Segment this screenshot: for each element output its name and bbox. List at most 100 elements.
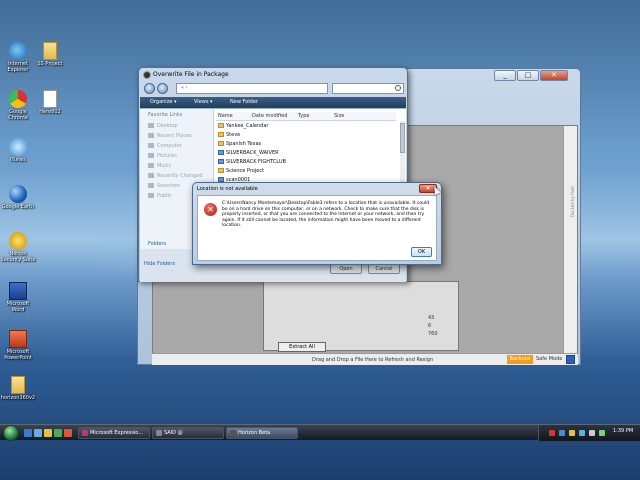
address-bar[interactable]: « › [176,83,328,94]
close-button[interactable]: ✕ [540,70,568,81]
desktop-icon-itunes[interactable]: iTunes [0,138,36,163]
folder-icon [43,42,57,60]
desktop-icon-horizon360v2[interactable]: horizon360v2 [0,376,36,401]
start-button[interactable] [3,425,19,441]
file-row[interactable]: SILVERBACK_WAIVER [218,150,279,158]
ok-button[interactable]: OK [411,247,432,257]
fav-item-desktop[interactable]: Desktop [148,123,178,129]
desktop-icon-ss-project[interactable]: SS Project [32,42,68,67]
search-icon [395,85,401,91]
image-file-icon [218,150,224,155]
file-row[interactable]: Spanish Texas [218,141,261,149]
document-icon [43,90,57,108]
dialog-title: Location is not available [197,186,258,192]
computer-icon [148,143,154,148]
fav-item-recent-places[interactable]: Recent Places [148,133,192,139]
dialog-title: Overwrite File in Package [153,71,229,78]
forward-arrow-icon[interactable]: › [157,83,168,94]
status-bar: Drag and Drop a File Here to Refresh and… [152,353,578,365]
desktop-icon-internet-explorer[interactable]: Internet Explorer [0,42,36,73]
hide-folders-toggle[interactable]: Hide Folders [144,261,175,267]
tray-icon[interactable] [569,430,575,436]
expression-icon [82,430,88,436]
backups-button[interactable]: Backups [507,355,533,364]
fav-item-pictures[interactable]: Pictures [148,153,177,159]
taskbar: Microsoft Expressio... SAID @ Horizon Be… [0,424,640,441]
dialog-body: ✕ C:\Users\Nancy Montemayor\Desktop\Fabl… [197,195,437,261]
safe-mode-toggle[interactable] [566,355,575,364]
taskbar-item-said[interactable]: SAID @ [152,427,224,439]
folder-icon [218,132,224,137]
fav-item-music[interactable]: Music [148,163,171,169]
desktop-icon-word[interactable]: Microsoft Word [0,282,36,313]
back-arrow-icon[interactable]: ‹ [144,83,155,94]
tray-icon[interactable] [559,430,565,436]
folder-icon [11,376,25,394]
quicklaunch-ie-icon[interactable] [34,429,42,437]
open-button[interactable]: Open [330,264,362,274]
quicklaunch-folder-icon[interactable] [44,429,52,437]
file-row[interactable]: Steve [218,132,240,140]
folder-icon [218,123,224,128]
horizon-icon [230,430,236,436]
maximize-button[interactable]: □ [517,70,539,81]
powerpoint-icon [9,330,27,348]
tray-icon[interactable] [549,430,555,436]
search-input[interactable] [332,83,404,94]
column-header-size[interactable]: Size [334,113,344,119]
desktop-icon-here802[interactable]: Here802 [32,90,68,115]
itunes-icon [9,138,27,156]
taskbar-item-horizon[interactable]: Horizon Beta [226,427,298,439]
favorite-links-title: Favorite Links [148,112,183,118]
minimize-button[interactable]: _ [494,70,516,81]
public-icon [148,193,154,198]
norton-icon [9,232,27,250]
clock[interactable]: 1:39 PM [613,428,633,434]
volume-icon[interactable] [589,430,595,436]
new-folder-button[interactable]: New Folder [230,97,258,108]
fav-item-searches[interactable]: Searches [148,183,180,189]
recently-changed-icon [148,173,154,178]
taskbar-item-expression[interactable]: Microsoft Expressio... [78,427,150,439]
file-row[interactable]: Yankee_Calendar [218,123,268,131]
recent-places-icon [148,133,154,138]
value-label: 43 [428,315,435,321]
google-earth-icon [9,185,27,203]
tray-icon[interactable] [599,430,605,436]
column-header-date-modified[interactable]: Date modified [252,113,287,119]
music-icon [148,163,154,168]
scrollbar-thumb[interactable] [400,123,405,153]
network-icon[interactable] [579,430,585,436]
file-row[interactable]: Science Project [218,168,264,176]
package-panel: 43 6 760 [263,281,459,351]
file-row[interactable]: SILVERBACK FIGHTCLUB [218,159,286,167]
pictures-icon [148,153,154,158]
searches-icon [148,183,154,188]
dock-label: Docked by Poet [570,186,575,218]
views-menu[interactable]: Views ▾ [194,97,213,108]
system-tray: 1:39 PM [538,425,640,441]
desktop-icon-google-earth[interactable]: Google Earth [0,185,36,210]
cancel-button[interactable]: Cancel [368,264,400,274]
desktop-icon-norton[interactable]: Norton Security Suite [0,232,36,263]
desktop: Internet Explorer SS Project Google Chro… [0,0,640,480]
desktop-icon-powerpoint[interactable]: Microsoft PowerPoint [0,330,36,361]
safe-mode-label: Safe Mode [536,356,563,362]
organize-menu[interactable]: Organize ▾ [150,97,177,108]
image-file-icon [218,159,224,164]
error-message: C:\Users\Nancy Montemayor\Desktop\Fable3… [222,201,430,229]
quicklaunch-app-icon[interactable] [64,429,72,437]
desktop-icon-google-chrome[interactable]: Google Chrome [0,90,36,121]
extract-all-button[interactable]: Extract All [278,342,326,352]
folders-toggle[interactable]: Folders [148,241,166,247]
drop-hint: Drag and Drop a File Here to Refresh and… [312,357,434,363]
chrome-icon [9,90,27,108]
word-icon [9,282,27,300]
fav-item-public[interactable]: Public [148,193,172,199]
quicklaunch-desktop-icon[interactable] [24,429,32,437]
fav-item-computer[interactable]: Computer [148,143,182,149]
column-header-name[interactable]: Name [218,113,233,119]
column-header-type[interactable]: Type [298,113,309,119]
fav-item-recently-changed[interactable]: Recently Changed [148,173,203,179]
quicklaunch-app-icon[interactable] [54,429,62,437]
